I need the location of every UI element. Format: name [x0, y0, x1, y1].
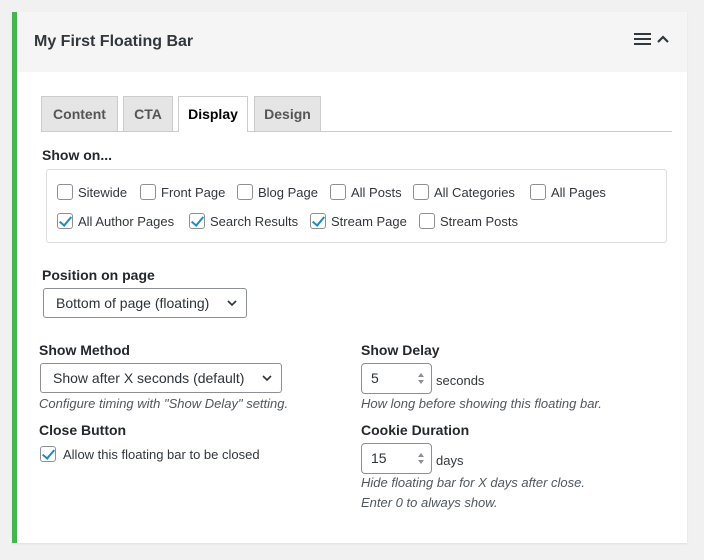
spinner-arrows-icon[interactable] — [417, 452, 425, 465]
show-method-help: Configure timing with "Show Delay" setti… — [39, 396, 289, 411]
show-delay-label: Show Delay — [361, 342, 440, 358]
close-button-label: Close Button — [39, 422, 127, 438]
show-on-sitewide[interactable]: Sitewide — [57, 184, 127, 200]
chevron-down-icon — [262, 375, 272, 382]
cookie-duration-label: Cookie Duration — [361, 422, 470, 438]
show-on-checkbox-list[interactable]: Sitewide Front Page Blog Page All Posts … — [46, 169, 667, 243]
show-on-front-page[interactable]: Front Page — [140, 184, 225, 200]
show-on-all-author-pages[interactable]: All Author Pages — [57, 213, 174, 229]
show-on-stream-posts[interactable]: Stream Posts — [419, 213, 518, 229]
option-label: All Categories — [434, 184, 515, 200]
chevron-down-icon — [227, 300, 237, 307]
show-method-label: Show Method — [39, 342, 130, 358]
position-select-value: Bottom of page (floating) — [56, 295, 210, 311]
checkbox-checked[interactable] — [310, 213, 326, 229]
show-on-all-categories[interactable]: All Categories — [413, 184, 515, 200]
position-select[interactable]: Bottom of page (floating) — [43, 288, 247, 318]
checkbox[interactable] — [57, 184, 73, 200]
option-label: Sitewide — [78, 184, 128, 200]
show-delay-input[interactable]: 5 — [361, 363, 432, 394]
checkbox[interactable] — [57, 242, 73, 243]
panel-title: My First Floating Bar — [34, 33, 194, 50]
option-label: Front Page — [161, 184, 226, 200]
show-on-all-posts[interactable]: All Posts — [330, 184, 402, 200]
option-label: Search Results — [210, 213, 299, 229]
cookie-duration-value: 15 — [371, 450, 387, 466]
tab-bar: Content CTA Display Design — [41, 96, 672, 132]
show-method-select-value: Show after X seconds (default) — [53, 370, 245, 386]
show-on-blog-page[interactable]: Blog Page — [237, 184, 318, 200]
floating-bar-panel: My First Floating Bar Content CTA Displa… — [12, 12, 687, 543]
cookie-duration-input[interactable]: 15 — [361, 443, 432, 474]
allow-close-checkbox[interactable]: Allow this floating bar to be closed — [40, 446, 260, 462]
checkbox[interactable] — [419, 213, 435, 229]
cookie-duration-help-2: Enter 0 to always show. — [361, 495, 498, 510]
tab-content[interactable]: Content — [41, 96, 118, 131]
chevron-up-icon[interactable] — [657, 34, 669, 44]
checkbox-checked[interactable] — [40, 446, 56, 462]
checkbox-checked[interactable] — [189, 213, 205, 229]
position-on-page-label: Position on page — [42, 267, 155, 283]
checkbox[interactable] — [530, 184, 546, 200]
checkbox-checked[interactable] — [57, 213, 73, 229]
checkbox[interactable] — [411, 242, 427, 243]
tab-design[interactable]: Design — [254, 96, 321, 131]
cookie-duration-help: Hide floating bar for X days after close… — [361, 475, 586, 490]
tab-cta[interactable]: CTA — [123, 96, 173, 131]
spinner-arrows-icon[interactable] — [417, 372, 425, 385]
option-label: All Pages — [551, 184, 606, 200]
show-on-all-pages[interactable]: All Pages — [530, 184, 606, 200]
show-on-search-results[interactable]: Search Results — [189, 213, 298, 229]
option-label: Stream Posts — [440, 213, 519, 229]
checkbox[interactable] — [413, 184, 429, 200]
checkbox[interactable] — [203, 242, 219, 243]
checkbox[interactable] — [306, 242, 322, 243]
panel-header[interactable]: My First Floating Bar — [17, 12, 687, 72]
option-label: Blog Page — [258, 184, 318, 200]
show-delay-unit: seconds — [436, 373, 485, 388]
show-delay-value: 5 — [371, 370, 379, 386]
checkbox[interactable] — [330, 184, 346, 200]
hamburger-menu-icon[interactable] — [634, 33, 651, 46]
checkbox[interactable] — [140, 184, 156, 200]
option-label: Stream Page — [331, 213, 407, 229]
checkbox[interactable] — [237, 184, 253, 200]
show-delay-help: How long before showing this floating ba… — [361, 396, 602, 411]
option-label: All Posts — [351, 184, 402, 200]
allow-close-label: Allow this floating bar to be closed — [63, 446, 260, 462]
option-label: All Author Pages — [78, 213, 175, 229]
show-on-label: Show on... — [42, 147, 112, 163]
show-on-stream-page[interactable]: Stream Page — [310, 213, 407, 229]
tab-display[interactable]: Display — [178, 96, 248, 132]
show-method-select[interactable]: Show after X seconds (default) — [40, 363, 282, 393]
cookie-duration-unit: days — [436, 453, 464, 468]
